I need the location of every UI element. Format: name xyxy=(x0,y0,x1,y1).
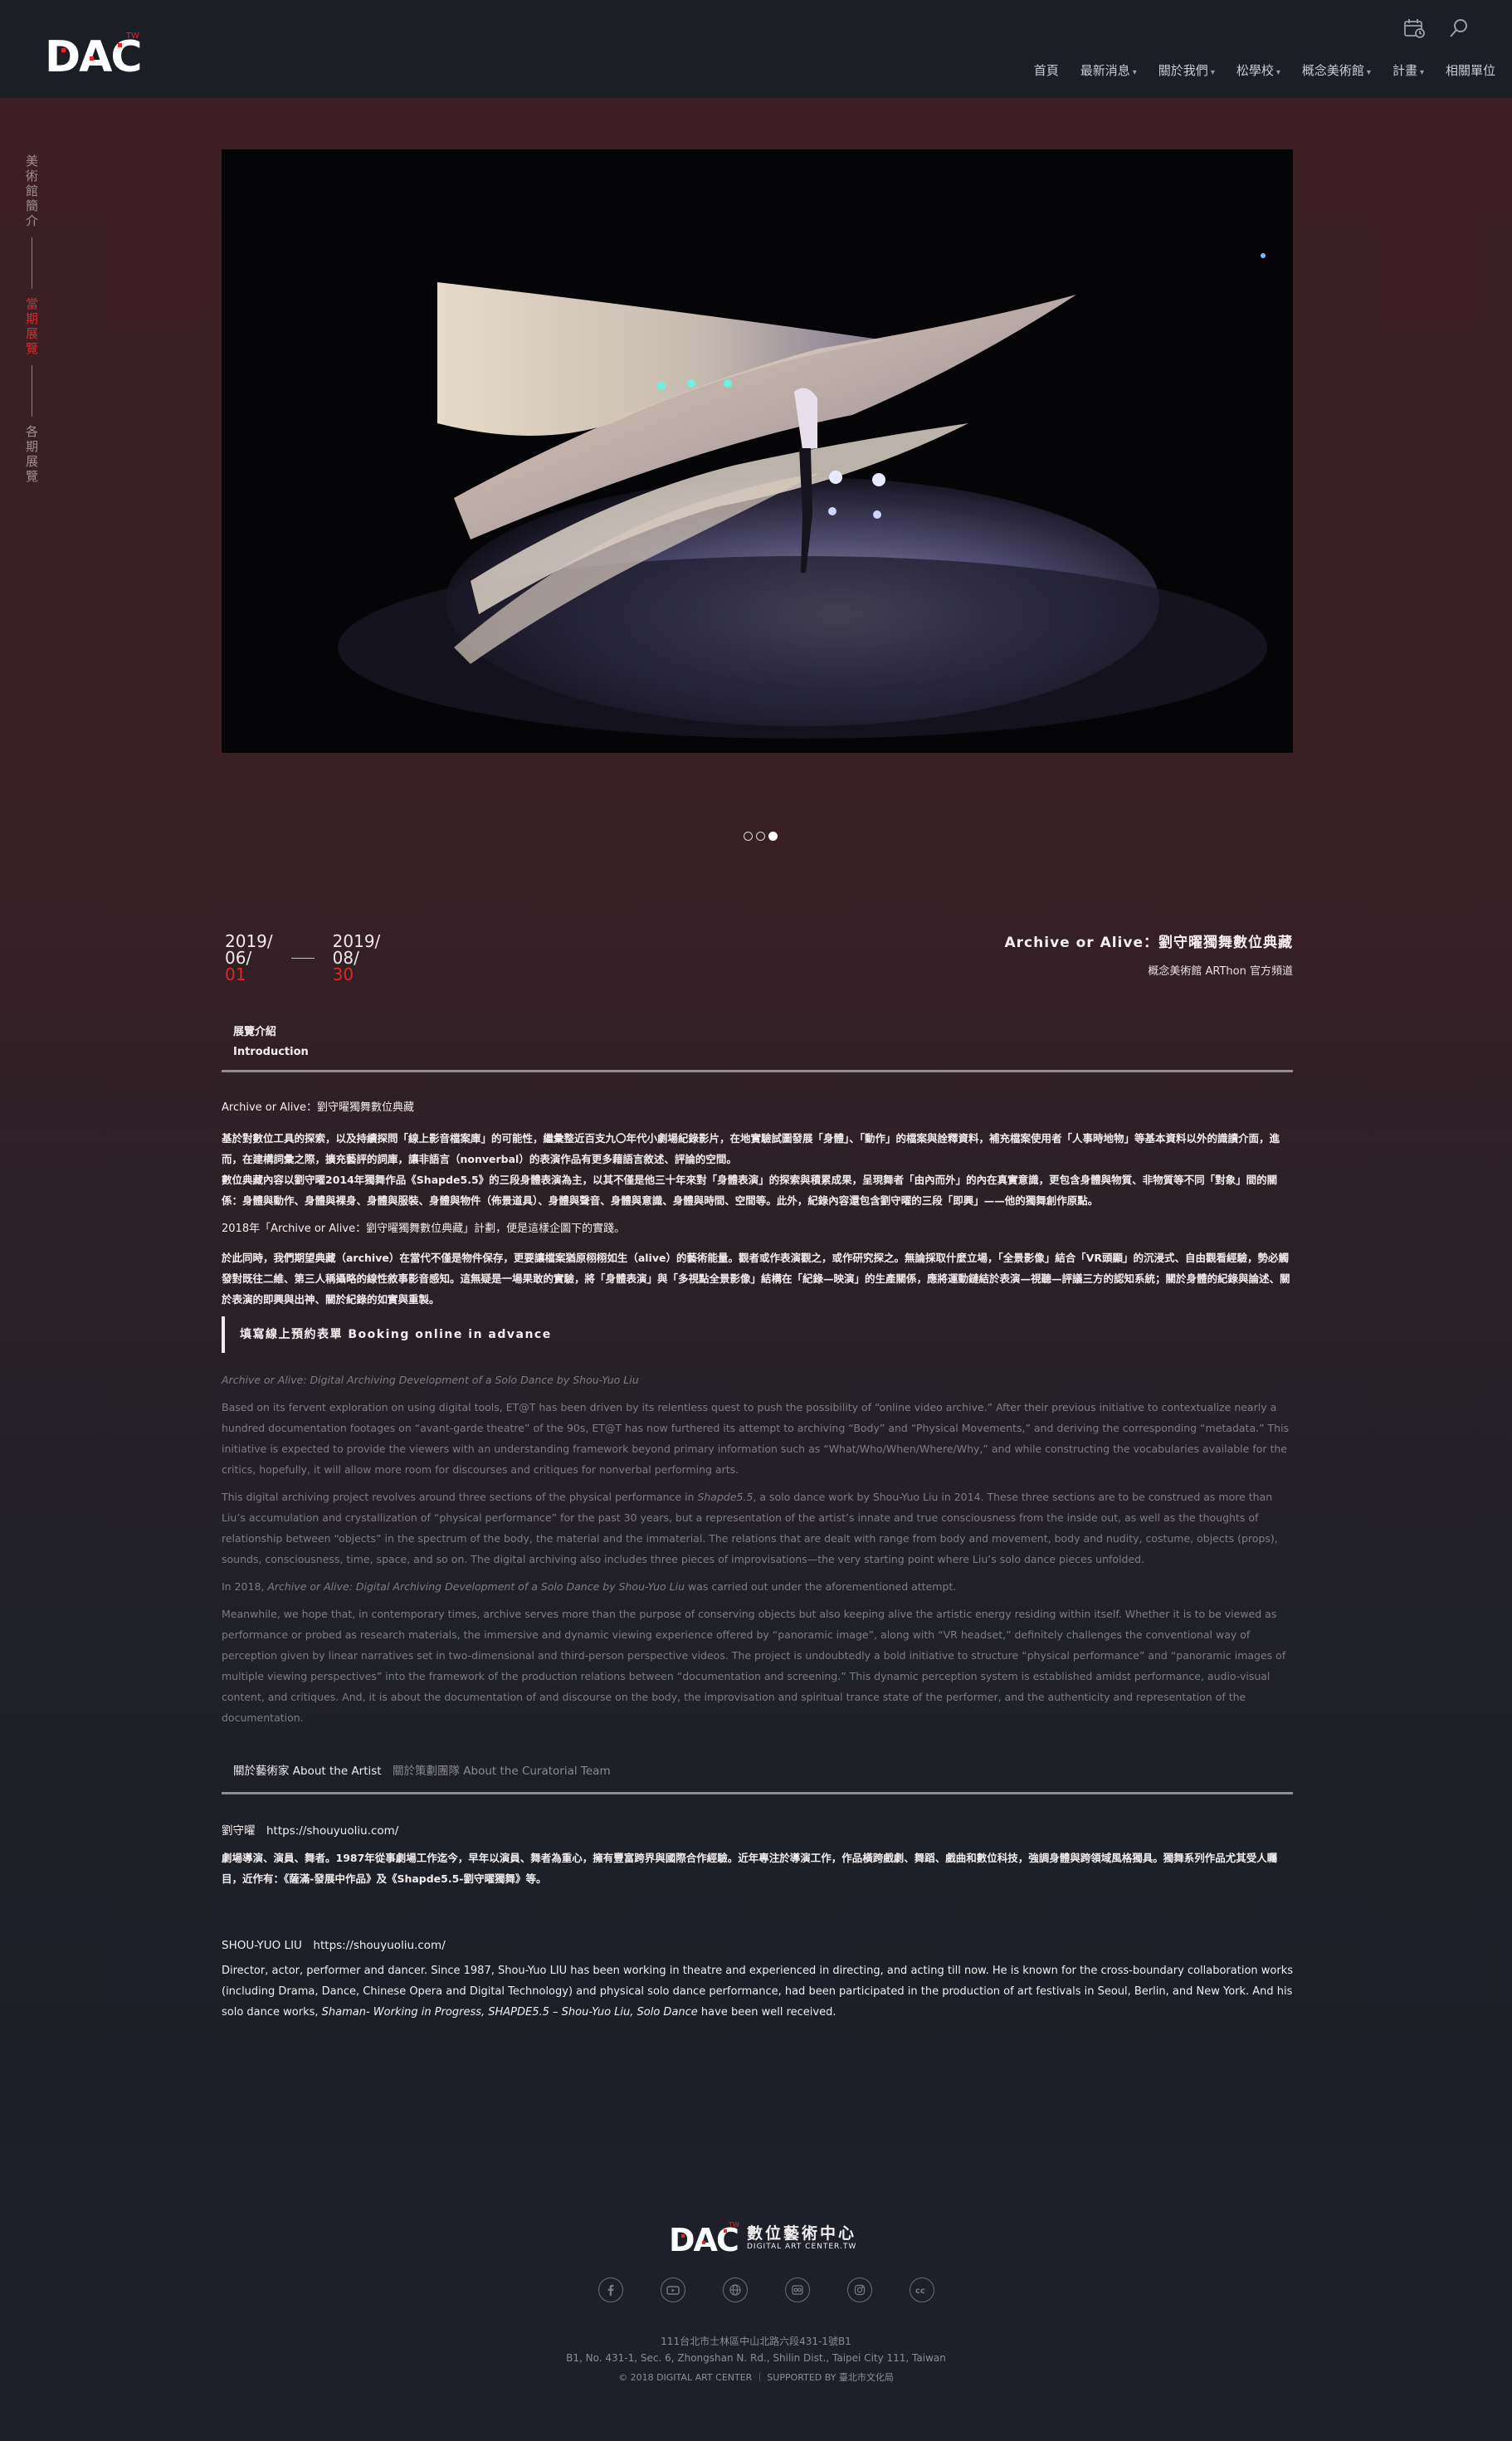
chevron-down-icon: ▾ xyxy=(1366,68,1371,77)
paragraph: Meanwhile, we hope that, in contemporary… xyxy=(222,1608,1286,1724)
nav-label: 關於我們 xyxy=(1158,63,1208,78)
chevron-down-icon: ▾ xyxy=(1132,68,1137,77)
intro-tabbar: 展覽介紹 Introduction xyxy=(222,1019,1293,1072)
tab-label-zh: 展覽介紹 xyxy=(233,1026,277,1038)
nav-label: 相關單位 xyxy=(1445,63,1495,78)
svg-text:DAC: DAC xyxy=(669,2222,738,2256)
svg-text:cc: cc xyxy=(915,2287,925,2296)
paragraph: Based on its fervent exploration on usin… xyxy=(222,1401,1290,1476)
instagram-icon[interactable] xyxy=(847,2277,872,2302)
paragraph: In 2018, Archive or Alive: Digital Archi… xyxy=(222,1576,1293,1597)
dac-logo[interactable]: DAC TW xyxy=(43,28,143,82)
tab-about-artist[interactable]: 關於藝術家 About the Artist xyxy=(233,1761,382,1778)
carousel-dot[interactable] xyxy=(756,832,765,841)
tab-introduction[interactable]: 展覽介紹 Introduction xyxy=(233,1023,309,1062)
date-year: 2019/ xyxy=(332,931,381,951)
chevron-down-icon: ▾ xyxy=(1275,68,1280,77)
intro-zh-heading: Archive or Alive：劉守曜獨舞數位典藏 xyxy=(222,1101,415,1114)
flickr-icon[interactable] xyxy=(785,2277,810,2302)
site-footer: DAC TW 數位藝術中心 DIGITAL ART CENTER.TW cc 1… xyxy=(0,2150,1512,2441)
site-header: DAC TW 首頁 最新消息 ▾ 關於我們 ▾ 松學校 ▾ 概念美術館 ▾ 計畫 ▾ 相關… xyxy=(0,0,1512,98)
svg-text:TW: TW xyxy=(125,32,139,41)
date-day: 30 xyxy=(332,964,354,984)
paragraph: 劇場導演、演員、舞者。1987年從事劇場工作迄今，早年以演員、舞者為重心，擁有豐… xyxy=(222,1852,1278,1885)
work-title: Shapde5.5 xyxy=(697,1491,754,1503)
footer-copyright: © 2018 DIGITAL ART CENTER ｜ SUPPORTED BY… xyxy=(618,2372,894,2383)
dac-logo-small: DAC TW xyxy=(669,2221,739,2256)
tab-label-en: Introduction xyxy=(233,1046,309,1058)
paragraph: 數位典藏內容以劉守曜2014年獨舞作品《Shapde5.5》的三段身體表演為主，… xyxy=(222,1174,1278,1207)
date-day: 01 xyxy=(225,964,246,984)
work-title: Shaman- Working in Progress, SHAPDE5.5 –… xyxy=(321,2006,698,2019)
start-date: 2019/ 06/ 01 xyxy=(225,933,273,983)
artist-zh-heading[interactable]: 劉守曜 https://shouyuoliu.com/ xyxy=(222,1821,1293,1838)
side-item-about-museum[interactable]: 美術館簡介 xyxy=(23,154,40,229)
header-tools xyxy=(1402,17,1471,40)
work-title: Archive or Alive: Digital Archiving Deve… xyxy=(267,1580,685,1593)
exhibition-dates: 2019/ 06/ 01 2019/ 08/ 30 xyxy=(225,933,380,983)
date-month: 08/ xyxy=(332,948,359,968)
nav-museum[interactable]: 概念美術館 ▾ xyxy=(1302,61,1371,79)
artist-en-heading[interactable]: SHOU-YUO LIU https://shouyuoliu.com/ xyxy=(222,1936,1293,1952)
creative-commons-icon[interactable]: cc xyxy=(910,2277,934,2302)
date-month: 06/ xyxy=(225,948,252,968)
text-span: have been well received. xyxy=(697,2006,836,2019)
footer-logo[interactable]: DAC TW 數位藝術中心 DIGITAL ART CENTER.TW xyxy=(669,2219,856,2256)
paragraph: 於此同時，我們期望典藏（archive）在當代不僅是物件保存，更要讓檔案猶原栩栩… xyxy=(222,1252,1290,1306)
nav-school[interactable]: 松學校 ▾ xyxy=(1236,61,1280,79)
nav-news[interactable]: 最新消息 ▾ xyxy=(1080,61,1137,79)
text-span: was carried out under the aforementioned… xyxy=(685,1580,957,1593)
artist-bio: 劉守曜 https://shouyuoliu.com/ 劇場導演、演員、舞者。1… xyxy=(222,1821,1293,2023)
nav-partners[interactable]: 相關單位 xyxy=(1446,61,1495,79)
nav-label: 松學校 xyxy=(1236,63,1274,78)
calendar-icon[interactable] xyxy=(1402,17,1426,40)
side-item-past-exhibitions[interactable]: 各期展覽 xyxy=(23,425,40,485)
side-item-current-exhibition[interactable]: 當期展覽 xyxy=(23,297,40,357)
paragraph: 2018年「Archive or Alive：劉守曜獨舞數位典藏」計劃，便是這樣… xyxy=(222,1223,626,1235)
date-year: 2019/ xyxy=(225,931,273,951)
facebook-icon[interactable] xyxy=(598,2277,623,2302)
brand-en: DIGITAL ART CENTER.TW xyxy=(747,2243,857,2251)
exhibition-title: Archive or Alive：劉守曜獨舞數位典藏 xyxy=(1004,935,1293,951)
nav-projects[interactable]: 計畫 ▾ xyxy=(1393,61,1424,79)
exhibition-venue: 概念美術館 ARThon 官方頻道 xyxy=(1148,965,1293,978)
booking-link[interactable]: 填寫線上預約表單 Booking online in advance xyxy=(222,1316,552,1353)
website-icon[interactable] xyxy=(723,2277,748,2302)
nav-label: 最新消息 xyxy=(1080,63,1130,78)
artist-tabbar: 關於藝術家 About the Artist 關於策劃團隊 About the … xyxy=(222,1753,1293,1794)
intro-zh: Archive or Alive：劉守曜獨舞數位典藏 基於對數位工具的探索，以及… xyxy=(222,1098,1293,1310)
chevron-down-icon: ▾ xyxy=(1419,68,1424,77)
paragraph: Director, actor, performer and dancer. S… xyxy=(222,1960,1293,2023)
text-span: This digital archiving project revolves … xyxy=(222,1491,698,1503)
side-menu: 美術館簡介 當期展覽 各期展覽 xyxy=(23,154,40,485)
search-icon[interactable] xyxy=(1447,17,1471,40)
youtube-icon[interactable] xyxy=(661,2277,685,2302)
svg-text:TW: TW xyxy=(728,2221,739,2229)
hero-slide-image[interactable] xyxy=(222,149,1293,753)
intro-en-heading: Archive or Alive: Digital Archiving Deve… xyxy=(222,1374,639,1386)
date-separator xyxy=(290,957,315,959)
chevron-down-icon: ▾ xyxy=(1210,68,1215,77)
tab-curatorial-team[interactable]: 關於策劃團隊 About the Curatorial Team xyxy=(393,1761,611,1778)
carousel-dot-active[interactable] xyxy=(768,832,778,841)
paragraph: This digital archiving project revolves … xyxy=(222,1487,1293,1570)
brand-zh: 數位藝術中心 xyxy=(747,2224,857,2243)
carousel-dot[interactable] xyxy=(744,832,753,841)
footer-address-zh: 111台北市士林區中山北路六段431-1號B1 xyxy=(661,2336,851,2347)
paragraph: 基於對數位工具的探索，以及持續探問「線上影音檔案庫」的可能性，繼彙整近百支九〇年… xyxy=(222,1132,1280,1165)
main-nav: 首頁 最新消息 ▾ 關於我們 ▾ 松學校 ▾ 概念美術館 ▾ 計畫 ▾ 相關單位 xyxy=(1034,61,1495,79)
footer-address-en: B1, No. 431-1, Sec. 6, Zhongshan N. Rd.,… xyxy=(566,2352,946,2364)
footer-brand: 數位藝術中心 DIGITAL ART CENTER.TW xyxy=(747,2224,856,2251)
nav-label: 計畫 xyxy=(1392,63,1417,78)
carousel-dots xyxy=(744,832,778,841)
intro-en: Archive or Alive: Digital Archiving Deve… xyxy=(222,1369,1293,1728)
nav-label: 概念美術館 xyxy=(1301,63,1364,78)
nav-home[interactable]: 首頁 xyxy=(1034,61,1059,79)
nav-about[interactable]: 關於我們 ▾ xyxy=(1158,61,1215,79)
text-span: In 2018, xyxy=(222,1580,268,1593)
social-links: cc xyxy=(598,2277,934,2302)
nav-label: 首頁 xyxy=(1033,63,1059,78)
end-date: 2019/ 08/ 30 xyxy=(333,933,381,983)
